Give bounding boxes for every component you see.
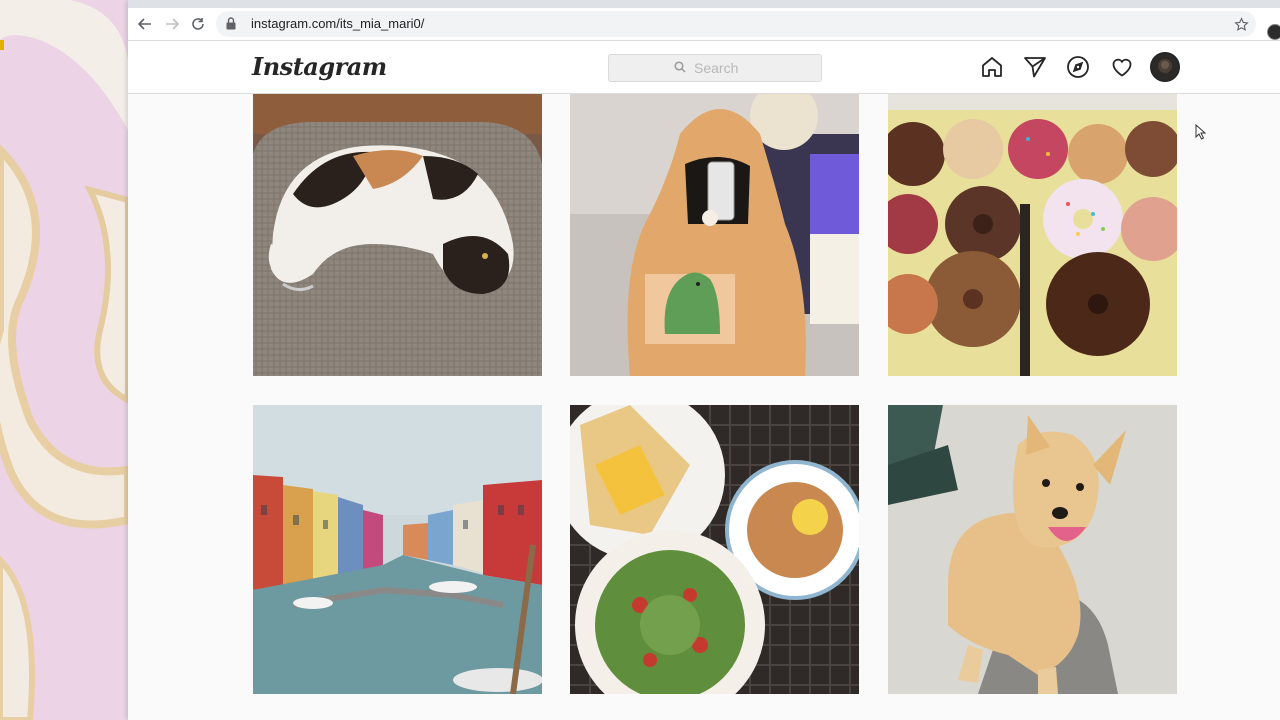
browser-toolbar: instagram.com/its_mia_mari0/: [128, 8, 1280, 41]
post-thumbnail[interactable]: [570, 405, 859, 694]
post-thumbnail[interactable]: [888, 94, 1177, 376]
address-bar[interactable]: instagram.com/its_mia_mari0/: [216, 11, 1256, 37]
forward-icon[interactable]: [160, 12, 184, 36]
url-text[interactable]: instagram.com/its_mia_mari0/: [251, 16, 424, 31]
post-thumbnail[interactable]: [888, 405, 1177, 694]
browser-window: instagram.com/its_mia_mari0/ Instagram: [128, 0, 1280, 720]
back-icon[interactable]: [133, 12, 157, 36]
search-box[interactable]: [608, 54, 822, 82]
home-icon[interactable]: [978, 53, 1006, 81]
activity-icon[interactable]: [1108, 53, 1136, 81]
reload-icon[interactable]: [186, 12, 210, 36]
post-thumbnail[interactable]: [253, 94, 542, 376]
mouse-cursor-icon: [1195, 123, 1207, 145]
explore-icon[interactable]: [1064, 53, 1092, 81]
instagram-logo[interactable]: Instagram: [252, 52, 387, 81]
search-icon: [674, 60, 686, 76]
browser-profile-icon[interactable]: [1267, 24, 1280, 40]
star-icon[interactable]: [1232, 15, 1250, 33]
instagram-header: Instagram: [128, 41, 1280, 94]
profile-avatar[interactable]: [1150, 52, 1180, 82]
post-thumbnail[interactable]: [253, 405, 542, 694]
desktop-wallpaper: [0, 0, 128, 720]
tab-strip: [128, 0, 1280, 8]
direct-icon[interactable]: [1021, 53, 1049, 81]
search-input[interactable]: [692, 59, 756, 77]
post-thumbnail[interactable]: [570, 94, 859, 376]
lock-icon[interactable]: [226, 17, 236, 35]
